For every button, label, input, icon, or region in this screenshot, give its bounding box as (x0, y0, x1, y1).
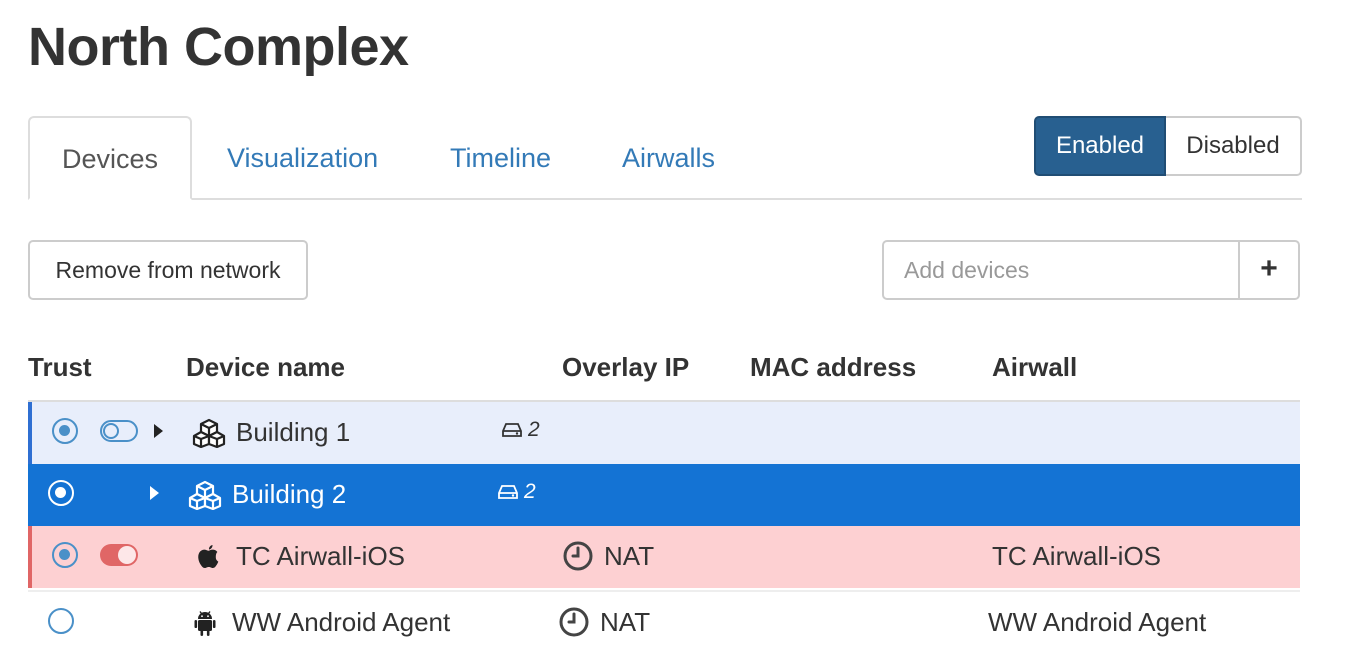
tab-timeline[interactable]: Timeline (450, 116, 551, 200)
table-header: Trust Device name Overlay IP MAC address… (28, 340, 1300, 404)
tab-visualization[interactable]: Visualization (227, 116, 378, 200)
column-mac-address[interactable]: MAC address (750, 352, 916, 383)
table-row[interactable]: WW Android Agent NAT WW Android Agent (28, 590, 1300, 652)
remove-from-network-button[interactable]: Remove from network (28, 240, 308, 300)
device-name[interactable]: Building 1 (236, 417, 350, 448)
airwall-name[interactable]: TC Airwall-iOS (992, 541, 1161, 572)
device-count: 2 (502, 418, 540, 442)
cubes-icon (192, 418, 226, 448)
add-device-button[interactable]: + (1240, 240, 1300, 300)
android-icon (194, 611, 216, 636)
tab-devices[interactable]: Devices (28, 116, 192, 200)
device-count-value: 2 (528, 418, 540, 441)
table-row[interactable]: TC Airwall-iOS NAT TC Airwall-iOS (28, 526, 1300, 588)
column-trust[interactable]: Trust (28, 352, 92, 383)
drive-icon (498, 485, 518, 499)
column-airwall[interactable]: Airwall (992, 352, 1077, 383)
apple-icon (198, 545, 219, 569)
device-count: 2 (498, 480, 536, 504)
status-toggle: Enabled Disabled (1034, 116, 1302, 176)
trust-switch[interactable] (100, 420, 138, 442)
column-overlay-ip[interactable]: Overlay IP (562, 352, 689, 383)
tab-airwalls[interactable]: Airwalls (622, 116, 715, 200)
device-name[interactable]: WW Android Agent (232, 607, 450, 638)
airwall-name[interactable]: WW Android Agent (988, 607, 1206, 638)
trust-radio[interactable] (48, 608, 74, 634)
device-name[interactable]: Building 2 (232, 479, 346, 510)
cubes-icon (188, 480, 222, 510)
clock-icon (563, 541, 593, 571)
trust-switch[interactable] (100, 544, 138, 566)
overlay-ip: NAT (600, 607, 651, 637)
drive-icon (502, 423, 522, 437)
disabled-button[interactable]: Disabled (1166, 116, 1302, 176)
clock-icon (559, 607, 589, 637)
add-devices-group: + (882, 240, 1300, 300)
table-row[interactable]: Building 1 2 (28, 402, 1300, 464)
trust-radio[interactable] (48, 480, 74, 506)
table-row[interactable]: Building 2 2 (28, 464, 1300, 526)
expand-caret-icon[interactable] (154, 424, 163, 438)
enabled-button[interactable]: Enabled (1034, 116, 1166, 176)
device-count-value: 2 (524, 480, 536, 503)
trust-radio[interactable] (52, 542, 78, 568)
device-name[interactable]: TC Airwall-iOS (236, 541, 405, 572)
trust-radio[interactable] (52, 418, 78, 444)
expand-caret-icon[interactable] (150, 486, 159, 500)
column-device-name[interactable]: Device name (186, 352, 345, 383)
page-title: North Complex (28, 17, 409, 77)
add-devices-input[interactable] (882, 240, 1240, 300)
overlay-ip: NAT (604, 541, 655, 571)
